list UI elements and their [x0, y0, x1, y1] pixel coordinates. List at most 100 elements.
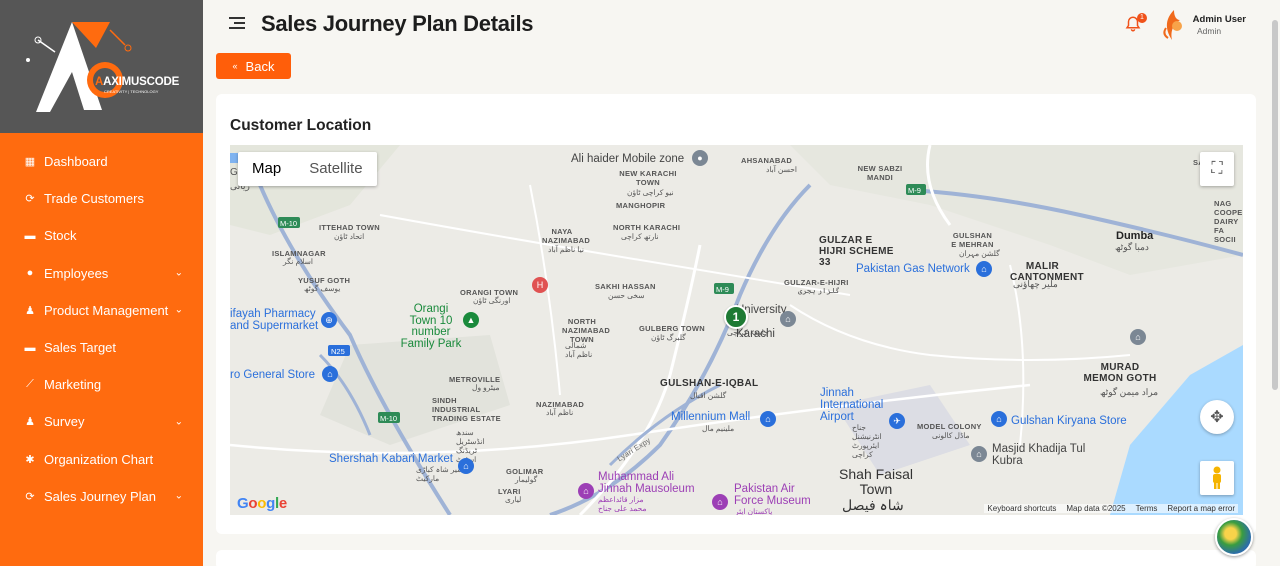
area-sakhi-hassan: SAKHI HASSAN	[595, 282, 656, 291]
google-logo[interactable]: Google	[237, 495, 287, 512]
sidebar-item-label: Trade Customers	[44, 191, 144, 207]
poi-orangi-family-park[interactable]: Orangi Town 10 number Family Park	[400, 303, 462, 350]
report-map-error-link[interactable]: Report a map error	[1167, 504, 1235, 513]
notification-bell-icon[interactable]: 1	[1124, 13, 1147, 35]
users-icon: ♟	[25, 416, 35, 429]
camera-control-icon[interactable]: ✥	[1200, 400, 1234, 434]
map-type-satellite[interactable]: Satellite	[295, 152, 376, 186]
keyboard-shortcuts-link[interactable]: Keyboard shortcuts	[987, 504, 1056, 513]
chevron-down-icon: ⌄	[174, 267, 183, 279]
sidebar-item-marketing[interactable]: ⟋ Marketing	[0, 366, 203, 403]
poi-paf-museum-urdu: پاکستان ایئر	[735, 507, 773, 515]
card-title: Customer Location	[230, 117, 372, 134]
area-orangi-town-urdu: اورنگی ٹاؤن	[473, 296, 511, 305]
area-nag-cooper-edge: NAG COOPER DAIRY FA SOCII	[1214, 199, 1243, 244]
floating-action-icon[interactable]	[1215, 518, 1253, 556]
area-gulshan-e-iqbal: GULSHAN-E-IQBAL	[660, 378, 759, 389]
area-new-karachi-town: NEW KARACHI TOWN	[619, 169, 677, 187]
poi-mausoleum-urdu: مزار قائداعظم محمد علی جناح	[598, 495, 647, 513]
shop-pin-icon[interactable]: ●	[692, 150, 708, 166]
chevron-down-icon: ⌄	[174, 490, 183, 502]
poi-gulshan-kiryana-store[interactable]: Gulshan Kiryana Store	[1011, 415, 1127, 427]
area-gulberg-town-urdu: گلبرگ ٹاؤن	[651, 333, 686, 342]
gas-station-pin-icon[interactable]: ⌂	[976, 261, 992, 277]
marker-cluster[interactable]: 1	[724, 305, 748, 329]
poi-millennium-mall[interactable]: Millennium Mall	[671, 411, 750, 423]
box-icon: ▬	[24, 341, 36, 354]
cart-pin-icon[interactable]: ⌂	[458, 458, 474, 474]
map-type-map[interactable]: Map	[238, 152, 295, 186]
aximuscode-logo-icon	[26, 22, 132, 112]
sidebar-item-employees[interactable]: ● Employees ⌄	[0, 255, 203, 292]
poi-jinnah-airport[interactable]: Jinnah International Airport	[820, 387, 890, 423]
monument-pin-icon[interactable]: ⌂	[578, 483, 594, 499]
mall-pin-icon[interactable]: ⌂	[760, 411, 776, 427]
hospital-pin-icon[interactable]: H	[532, 277, 548, 293]
shop-pin-icon[interactable]: ⌂	[322, 366, 338, 382]
logo-tagline: CREATIVITY | TECHNOLOGY	[104, 89, 159, 94]
chevron-down-icon: ⌄	[174, 304, 183, 316]
sidebar-item-organization-chart[interactable]: ✱ Organization Chart	[0, 441, 203, 478]
poi-jinnah-mausoleum[interactable]: Muhammad Ali Jinnah Mausoleum	[598, 471, 708, 495]
poi-paf-museum[interactable]: Pakistan Air Force Museum	[734, 483, 824, 507]
area-murad-memon-goth: MURAD MEMON GOTH	[1083, 362, 1157, 384]
museum-pin-icon[interactable]: ⌂	[1130, 329, 1146, 345]
sidebar-item-label: Organization Chart	[44, 451, 154, 467]
sidebar-item-sales-journey-plan[interactable]: ⟳ Sales Journey Plan ⌄	[0, 478, 203, 515]
cart-pin-icon[interactable]: ⌂	[991, 411, 1007, 427]
logo[interactable]: AAXIMUSCODE CREATIVITY | TECHNOLOGY	[0, 0, 203, 133]
area-golimar-urdu: گولیمار	[515, 475, 538, 484]
users-icon: ♟	[25, 304, 35, 317]
mosque-pin-icon[interactable]: ⌂	[971, 446, 987, 462]
area-g-edge: G	[230, 167, 239, 178]
area-model-colony: MODEL COLONY	[917, 422, 982, 431]
area-model-colony-urdu: ماڈل کالونی	[932, 431, 970, 440]
area-murad-memon-urdu: مراد میمن گوٹھ	[1100, 387, 1159, 397]
sidebar-item-survey[interactable]: ♟ Survey ⌄	[0, 403, 203, 440]
airport-pin-icon[interactable]: ✈	[889, 413, 905, 429]
poi-pakistan-gas-network[interactable]: Pakistan Gas Network	[856, 263, 970, 275]
area-ahsanabad: AHSANABAD	[741, 156, 793, 165]
museum-pin-icon[interactable]: ⌂	[712, 494, 728, 510]
refresh-icon: ⟳	[25, 490, 35, 503]
cart-pin-icon[interactable]: ⊕	[321, 312, 337, 328]
user-icon: ●	[26, 267, 34, 280]
back-button[interactable]: « Back	[216, 53, 291, 79]
next-card	[216, 550, 1256, 566]
fullscreen-icon[interactable]: ⛶	[1200, 152, 1234, 186]
avatar[interactable]	[1160, 8, 1188, 42]
terms-link[interactable]: Terms	[1136, 504, 1158, 513]
sidebar-item-label: Employees	[44, 265, 109, 281]
page-title: Sales Journey Plan Details	[261, 11, 534, 36]
area-lyari-urdu: لیاری	[505, 495, 522, 504]
school-pin-icon[interactable]: ⌂	[780, 311, 796, 327]
area-dumba: Dumba	[1116, 230, 1154, 242]
area-north-karachi: NORTH KARACHI	[613, 223, 681, 232]
area-ittehad-town-urdu: اتحاد ٹاؤن	[334, 232, 365, 241]
sidebar-item-sales-target[interactable]: ▬ Sales Target	[0, 329, 203, 366]
page-scrollbar[interactable]	[1272, 20, 1278, 390]
map-view[interactable]: M-10 M-9 M-9 N25 M-10 Ali haider Mobile …	[230, 145, 1243, 515]
pegman-icon[interactable]	[1200, 461, 1234, 495]
area-sindh-industrial: SINDH INDUSTRIAL TRADING ESTATE	[432, 396, 501, 423]
poi-university-urdu: جامعہ کراچی	[727, 328, 769, 337]
poi-general-store[interactable]: ro General Store	[230, 369, 315, 381]
svg-text:M-10: M-10	[380, 414, 397, 423]
area-sakhi-hassan-urdu: سخی حسن	[608, 291, 645, 300]
area-ahsanabad-urdu: احسن آباد	[766, 165, 797, 174]
menu-toggle-icon[interactable]	[229, 17, 245, 31]
area-islamnagar-urdu: اسلام نگر	[283, 257, 313, 266]
area-gulshan-e-mehran-urdu: گلشن مہران	[959, 249, 1000, 258]
sidebar-item-product-management[interactable]: ♟ Product Management ⌄	[0, 292, 203, 329]
park-pin-icon[interactable]: ▲	[463, 312, 479, 328]
poi-masjid-khadija[interactable]: Masjid Khadija Tul Kubra	[992, 443, 1087, 467]
area-gulshan-e-iqbal-urdu: گلشن اقبال	[690, 391, 727, 400]
poi-pharmacy[interactable]: ifayah Pharmacy and Supermarket	[230, 308, 322, 332]
sidebar-item-trade-customers[interactable]: ⟳ Trade Customers	[0, 180, 203, 217]
sidebar-item-label: Product Management	[44, 302, 169, 318]
poi-shershah-kabari-market[interactable]: Shershah Kabari Market	[329, 453, 453, 465]
sidebar-item-stock[interactable]: ▬ Stock	[0, 217, 203, 254]
poi-ali-haider[interactable]: Ali haider Mobile zone	[571, 153, 684, 165]
area-gulshan-e-mehran: GULSHAN E MEHRAN	[951, 231, 994, 249]
sidebar-item-dashboard[interactable]: ▦ Dashboard	[0, 143, 203, 180]
